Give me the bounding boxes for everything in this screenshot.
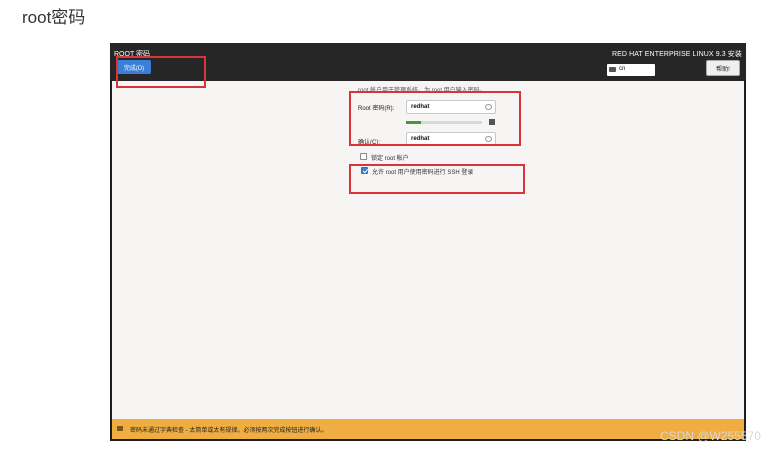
help-button[interactable]: 帮助! <box>706 60 740 76</box>
product-title: RED HAT ENTERPRISE LINUX 9.3 安装 <box>611 51 742 58</box>
watermark: CSDN @W255570 <box>660 429 761 443</box>
keyboard-layout-label: cn <box>619 66 626 72</box>
annotation-box-ssh <box>349 164 525 194</box>
warning-icon <box>117 426 123 431</box>
annotation-box-password <box>349 91 521 146</box>
keyboard-icon <box>609 67 616 72</box>
lock-root-checkbox[interactable] <box>360 153 367 160</box>
keyboard-layout-indicator[interactable]: cn <box>607 64 655 76</box>
warning-text: 密码未通过字典检查 - 太简单或太有规律。必须按两次完成按钮进行确认。 <box>130 428 328 434</box>
page-heading: root密码 <box>22 8 86 27</box>
warning-bar[interactable]: 密码未通过字典检查 - 太简单或太有规律。必须按两次完成按钮进行确认。 <box>112 419 744 439</box>
annotation-box-done <box>116 56 206 88</box>
lock-root-label: 锁定 root 帐户 <box>371 156 409 162</box>
